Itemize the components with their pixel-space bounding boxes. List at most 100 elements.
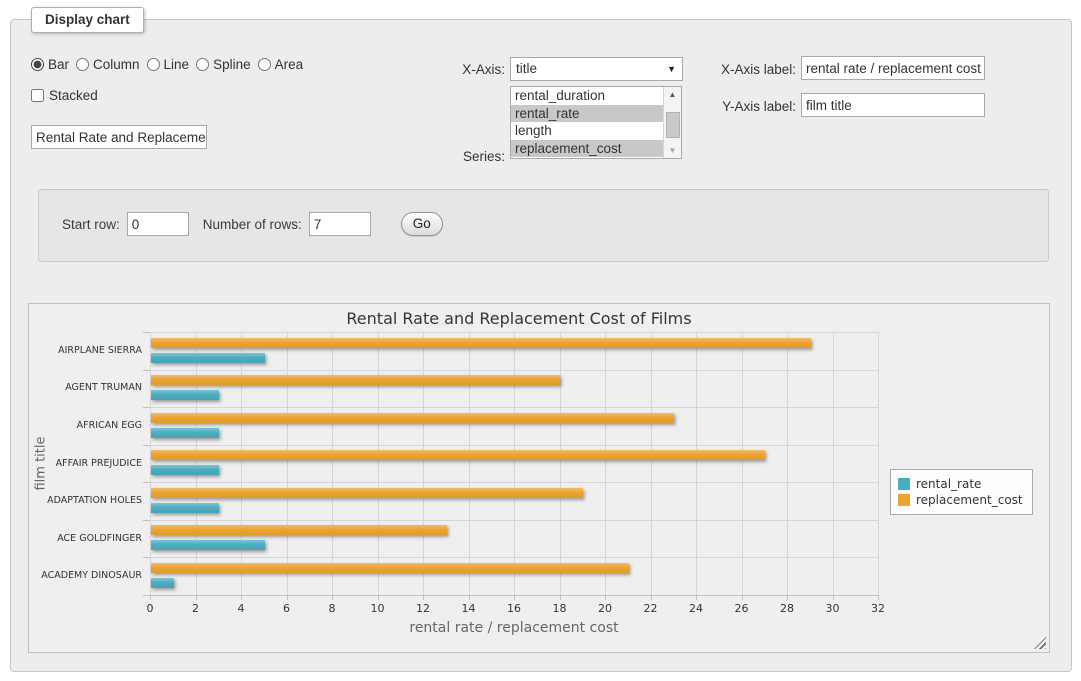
number-of-rows-input[interactable] [309, 212, 371, 236]
gridline-vertical [378, 332, 379, 595]
chart-legend: rental_rate replacement_cost [890, 469, 1033, 515]
x-axis-tick [560, 596, 561, 600]
gridline-vertical [514, 332, 515, 595]
series-option-rental_duration[interactable]: rental_duration [511, 87, 664, 105]
bar-rental_rate[interactable] [151, 390, 219, 400]
x-axis-tick [241, 596, 242, 600]
gridline-vertical [287, 332, 288, 595]
radio-label-column: Column [93, 57, 140, 72]
y-axis-tick [143, 370, 150, 371]
x-axis-tick-label: 12 [408, 602, 438, 615]
x-axis-tick [196, 596, 197, 600]
row-controls-panel: Start row: Number of rows: Go [38, 189, 1049, 262]
radio-column[interactable] [76, 58, 89, 71]
legend-item-replacement_cost[interactable]: replacement_cost [898, 493, 1023, 507]
category-label: AFRICAN EGG [30, 419, 142, 433]
bar-rental_rate[interactable] [151, 465, 219, 475]
x-axis-tick-label: 20 [590, 602, 620, 615]
go-button[interactable]: Go [401, 212, 443, 236]
x-axis-title: rental rate / replacement cost [29, 620, 999, 636]
scroll-down-icon[interactable]: ▼ [664, 143, 681, 158]
legend-item-rental_rate[interactable]: rental_rate [898, 477, 1023, 491]
radio-label-bar: Bar [48, 57, 69, 72]
x-axis-tick-label: 30 [818, 602, 848, 615]
radio-spline[interactable] [196, 58, 209, 71]
scrollbar-thumb[interactable] [666, 112, 680, 138]
gridline-horizontal [150, 445, 878, 446]
x-axis-tick [150, 596, 151, 600]
bar-rental_rate[interactable] [151, 540, 265, 550]
x-axis-tick [332, 596, 333, 600]
series-option-replacement_cost[interactable]: replacement_cost [511, 140, 664, 158]
bar-rental_rate[interactable] [151, 503, 219, 513]
gridline-vertical [605, 332, 606, 595]
bar-rental_rate[interactable] [151, 428, 219, 438]
x-axis-tick [787, 596, 788, 600]
x-axis-tick-label: 32 [863, 602, 893, 615]
scroll-up-icon[interactable]: ▲ [664, 87, 681, 102]
series-option-rental_rate[interactable]: rental_rate [511, 105, 664, 123]
chart-type-option-bar[interactable]: Bar [31, 57, 69, 72]
x-axis-tick-label: 4 [226, 602, 256, 615]
x-axis-tick-label: 0 [135, 602, 165, 615]
x-axis-tick [514, 596, 515, 600]
bar-rental_rate[interactable] [151, 353, 265, 363]
bar-replacement_cost[interactable] [151, 525, 447, 535]
bar-replacement_cost[interactable] [151, 450, 765, 460]
radio-line[interactable] [147, 58, 160, 71]
bar-replacement_cost[interactable] [151, 563, 629, 573]
radio-label-area: Area [275, 57, 304, 72]
chart-type-option-line[interactable]: Line [147, 57, 190, 72]
chart-title: Rental Rate and Replacement Cost of Film… [29, 309, 1009, 328]
bar-replacement_cost[interactable] [151, 413, 674, 423]
stacked-label: Stacked [49, 88, 98, 103]
chart-title-input[interactable] [31, 125, 207, 149]
x-axis-tick-label: 18 [545, 602, 575, 615]
y-axis-label-input[interactable] [801, 93, 985, 117]
series-scrollbar[interactable]: ▲ ▼ [663, 87, 681, 158]
radio-label-line: Line [164, 57, 190, 72]
x-axis-label-input[interactable] [801, 56, 985, 80]
stacked-checkbox[interactable] [31, 89, 44, 102]
x-axis-tick-label: 24 [681, 602, 711, 615]
x-axis-line [150, 595, 879, 596]
gridline-vertical [332, 332, 333, 595]
gridline-vertical [878, 332, 879, 595]
series-option-length[interactable]: length [511, 122, 664, 140]
radio-bar[interactable] [31, 58, 44, 71]
chart-container: Rental Rate and Replacement Cost of Film… [28, 303, 1050, 653]
chart-type-option-column[interactable]: Column [76, 57, 140, 72]
category-label: AFFAIR PREJUDICE [30, 457, 142, 471]
radio-label-spline: Spline [213, 57, 251, 72]
x-axis-tick-label: 26 [727, 602, 757, 615]
y-axis-label-field-label: Y-Axis label: [687, 99, 796, 114]
x-axis-select[interactable]: title ▼ [510, 57, 683, 81]
number-of-rows-label: Number of rows: [203, 217, 302, 232]
series-listbox[interactable]: rental_durationrental_ratelengthreplacem… [510, 86, 682, 159]
x-axis-tick [469, 596, 470, 600]
bar-rental_rate[interactable] [151, 578, 174, 588]
start-row-input[interactable] [127, 212, 189, 236]
fieldset-legend: Display chart [31, 7, 144, 33]
x-axis-tick-label: 22 [636, 602, 666, 615]
x-axis-field-label: X-Axis: [411, 62, 505, 77]
x-axis-selected-value: title [516, 61, 537, 76]
gridline-vertical [196, 332, 197, 595]
radio-area[interactable] [258, 58, 271, 71]
resize-grip-icon[interactable] [1034, 637, 1046, 649]
gridline-vertical [696, 332, 697, 595]
y-axis-tick [143, 332, 150, 333]
chart-type-option-spline[interactable]: Spline [196, 57, 251, 72]
y-axis-tick [143, 445, 150, 446]
page: Display chart Bar Column Line Spline Area St… [0, 0, 1081, 681]
chart-type-option-area[interactable]: Area [258, 57, 304, 72]
x-axis-tick [287, 596, 288, 600]
category-label: ACADEMY DINOSAUR [30, 569, 142, 583]
bar-replacement_cost[interactable] [151, 488, 583, 498]
gridline-horizontal [150, 520, 878, 521]
stacked-checkbox-row[interactable]: Stacked [31, 88, 98, 103]
bar-replacement_cost[interactable] [151, 375, 560, 385]
bar-replacement_cost[interactable] [151, 338, 811, 348]
gridline-horizontal [150, 407, 878, 408]
y-axis-tick [143, 520, 150, 521]
